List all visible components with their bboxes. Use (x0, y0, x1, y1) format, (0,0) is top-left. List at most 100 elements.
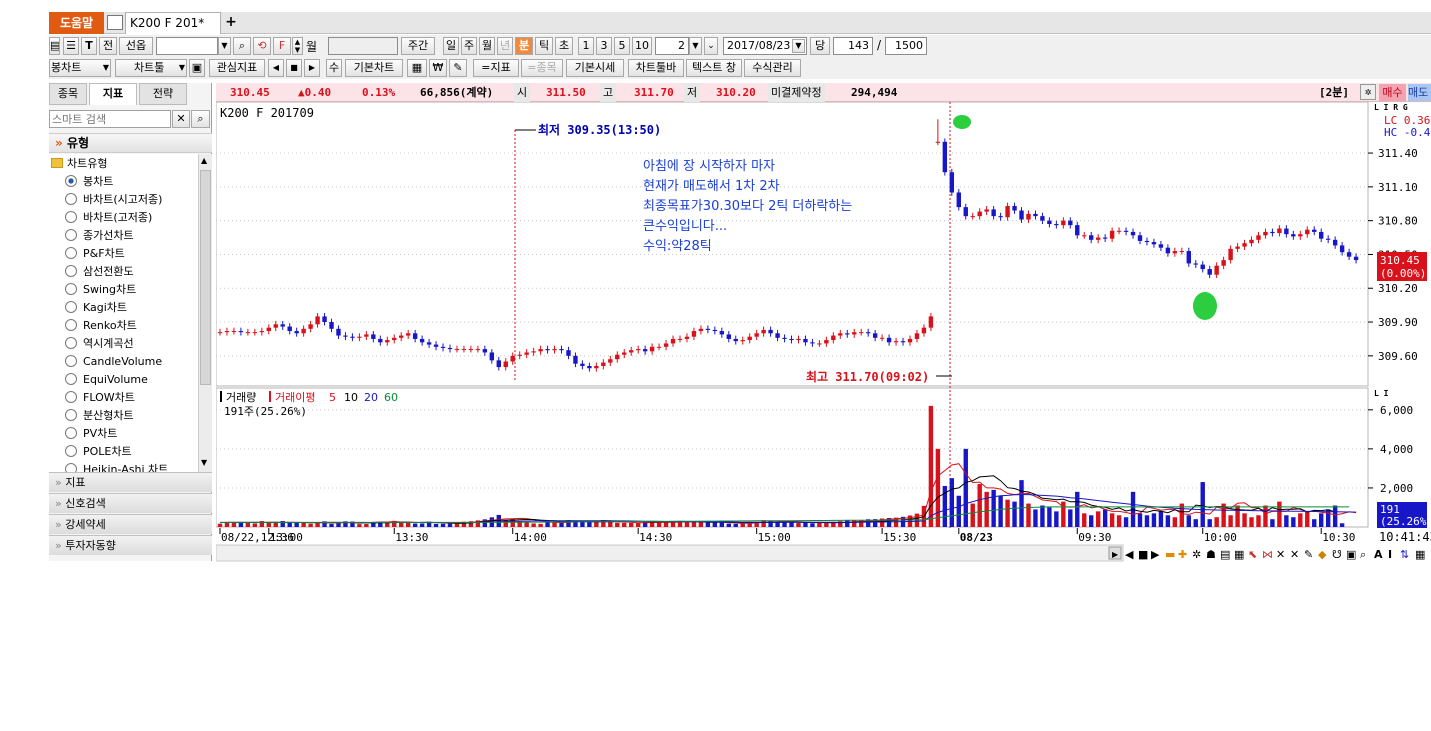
period-week-button[interactable]: 주 (461, 37, 477, 55)
chart-tool-dropdown-icon[interactable]: ▼ (177, 60, 187, 76)
period-10-button[interactable]: 10 (632, 37, 652, 55)
period-month-button[interactable]: 월 (479, 37, 495, 55)
magnet-icon[interactable]: ☋ (1332, 548, 1342, 561)
basic-chart-button[interactable]: 기본차트 (345, 59, 403, 77)
list-scrollbar[interactable]: ▲ ▼ (198, 154, 212, 472)
chart-type-option[interactable]: 분산형차트 (49, 407, 199, 425)
chart-type-option[interactable]: 바차트(시고저종) (49, 191, 199, 209)
add-tab-button[interactable]: + (223, 12, 239, 34)
cross-icon[interactable]: ✕ (1276, 548, 1285, 561)
item-button[interactable]: =종목 (521, 59, 563, 77)
chart-type-option[interactable]: EquiVolume (49, 371, 199, 389)
scroll-down-icon[interactable]: ▼ (201, 458, 207, 467)
erase-icon[interactable]: ✕ (1290, 548, 1299, 561)
scroll-up-icon[interactable]: ▲ (201, 156, 207, 165)
search-clear-icon[interactable]: ✕ (172, 110, 190, 128)
chart-type-option[interactable]: 바차트(고저종) (49, 209, 199, 227)
interval-chevron-icon[interactable]: ⌄ (704, 37, 718, 55)
period-5-button[interactable]: 5 (614, 37, 630, 55)
chart-type-option[interactable]: FLOW차트 (49, 389, 199, 407)
code-select[interactable] (156, 37, 218, 55)
current-button[interactable]: 당 (810, 37, 830, 55)
radio-icon[interactable] (65, 391, 77, 403)
period-3-button[interactable]: 3 (596, 37, 612, 55)
period-tick-button[interactable]: 틱 (535, 37, 553, 55)
radio-icon[interactable] (65, 229, 77, 241)
radio-icon[interactable] (65, 355, 77, 367)
basic-quote-button[interactable]: 기본시세 (566, 59, 624, 77)
spin-icon[interactable]: ▲ ▼ (292, 37, 303, 55)
radio-icon[interactable] (65, 211, 77, 223)
chart-type-option[interactable]: 삼선전환도 (49, 263, 199, 281)
radio-icon[interactable] (65, 193, 77, 205)
interval-select[interactable]: 2 (655, 37, 689, 55)
chart-type-option[interactable]: Heikin-Ashi 차트 (49, 461, 199, 472)
radio-icon[interactable] (65, 445, 77, 457)
chart-type-option[interactable]: 봉차트 (49, 173, 199, 191)
people-icon[interactable]: ☗ (1206, 548, 1216, 561)
period-day-button[interactable]: 일 (443, 37, 459, 55)
interest-indicator-button[interactable]: 관심지표 (209, 59, 265, 77)
tab-k200[interactable]: K200 F 201* (125, 12, 221, 34)
prev-icon[interactable]: ◀ (1125, 548, 1134, 561)
window-icon[interactable] (107, 15, 123, 30)
period-1-button[interactable]: 1 (578, 37, 594, 55)
ruler-icon[interactable]: ▤ (1220, 548, 1230, 561)
pen-icon[interactable]: ✎ (1304, 548, 1313, 561)
name-field[interactable] (328, 37, 398, 55)
radio-icon[interactable] (65, 175, 77, 187)
code-dropdown-icon[interactable]: ▼ (218, 37, 231, 55)
stop-icon[interactable]: ■ (286, 59, 302, 77)
chart-type-option[interactable]: 종가선차트 (49, 227, 199, 245)
grid-icon[interactable]: ▦ (1415, 548, 1425, 561)
radio-icon[interactable] (65, 373, 77, 385)
filter-icon[interactable]: F (273, 37, 291, 55)
wrench-icon[interactable]: ✎ (449, 59, 467, 77)
radio-icon[interactable] (65, 247, 77, 259)
chart-type-option[interactable]: PV차트 (49, 425, 199, 443)
sidebar-tab-stock[interactable]: 종목 (49, 83, 87, 105)
indicator-button[interactable]: =지표 (473, 59, 519, 77)
won-button[interactable]: ₩ (429, 59, 447, 77)
radio-icon[interactable] (65, 283, 77, 295)
radio-icon[interactable] (65, 409, 77, 421)
search-icon[interactable]: ⌕ (233, 37, 251, 55)
search-icon[interactable]: ⌕ (191, 110, 210, 128)
total-field[interactable]: 1500 (885, 37, 927, 55)
minus-icon[interactable]: ▬ (1165, 548, 1175, 561)
radio-icon[interactable] (65, 463, 77, 472)
sidebar-tab-indicator[interactable]: 지표 (89, 83, 137, 105)
sidebar-tab-strategy[interactable]: 전략 (139, 83, 187, 105)
period-year-button[interactable]: 년 (497, 37, 513, 55)
chart-type-option[interactable]: CandleVolume (49, 353, 199, 371)
chart-type-option[interactable]: POLE차트 (49, 443, 199, 461)
settings-icon[interactable]: ✲ (1360, 84, 1376, 100)
refresh-icon[interactable]: ⟲ (253, 37, 271, 55)
buy-button[interactable]: 매수 (1379, 84, 1406, 101)
text-icon[interactable]: T (81, 37, 97, 55)
zoom-icon[interactable]: ⌕ (1360, 548, 1366, 561)
chart-type-option[interactable]: Renko차트 (49, 317, 199, 335)
text-window-button[interactable]: 텍스트 창 (686, 59, 742, 77)
horizontal-scrollbar[interactable] (216, 544, 1124, 562)
su-button[interactable]: 수 (326, 59, 342, 77)
bucket-icon[interactable]: ◆ (1318, 548, 1327, 561)
plus-icon[interactable]: ✚ (1178, 548, 1187, 561)
layout-icon[interactable]: ▦ (1234, 548, 1244, 561)
options-button[interactable]: 선옵 (119, 37, 153, 55)
smart-search-input[interactable] (49, 110, 171, 128)
type-header[interactable]: » 유형 (49, 133, 212, 153)
date-dropdown-icon[interactable]: ▼ (792, 39, 805, 53)
formula-mgmt-button[interactable]: 수식관리 (744, 59, 801, 77)
list-icon[interactable]: ☰ (63, 37, 79, 55)
sort-icon[interactable]: ⇅ (1400, 548, 1409, 561)
section-signal-search[interactable]: » 신호검색 (49, 493, 212, 513)
section-indicator[interactable]: » 지표 (49, 472, 212, 492)
arrow-left-icon[interactable]: ◀ (268, 59, 284, 77)
cursor-icon[interactable]: ⬉ (1248, 548, 1257, 561)
folder-chart-types[interactable]: 차트유형 (49, 155, 199, 173)
help-tab[interactable]: 도움말 (49, 12, 104, 34)
chart-type-dropdown-icon[interactable]: ▼ (101, 60, 111, 76)
save-icon[interactable]: ▣ (189, 59, 205, 77)
radio-icon[interactable] (65, 337, 77, 349)
